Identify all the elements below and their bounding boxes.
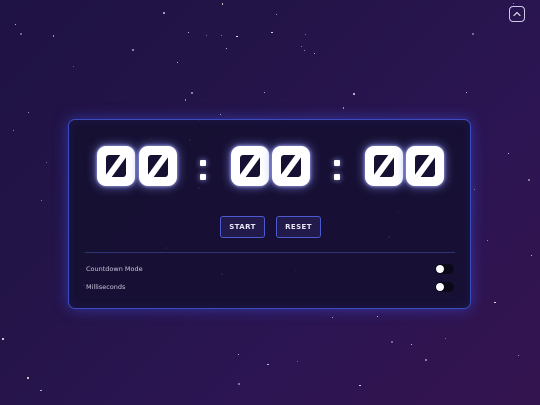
star-dot bbox=[271, 31, 273, 33]
star-dot bbox=[300, 46, 302, 48]
star-dot bbox=[296, 361, 298, 363]
star-dot bbox=[304, 49, 306, 51]
star-dot bbox=[14, 24, 16, 26]
star-dot bbox=[177, 61, 179, 63]
star-dot bbox=[486, 240, 488, 242]
star-dot bbox=[342, 107, 344, 109]
colon-separator bbox=[333, 152, 341, 184]
star-dot bbox=[267, 363, 269, 365]
star-dot bbox=[425, 359, 428, 362]
colon-separator bbox=[199, 152, 207, 184]
milliseconds-toggle[interactable] bbox=[435, 282, 454, 292]
time-display bbox=[69, 146, 472, 190]
toggle-knob bbox=[436, 265, 444, 273]
collapse-button[interactable] bbox=[509, 6, 525, 22]
star-dot bbox=[41, 199, 43, 202]
star-dot bbox=[494, 302, 496, 304]
star-dot bbox=[238, 383, 241, 386]
toggle-knob bbox=[436, 283, 444, 291]
star-dot bbox=[190, 92, 193, 95]
star-dot bbox=[390, 341, 393, 344]
star-dot bbox=[236, 35, 238, 38]
star-dot bbox=[187, 31, 189, 34]
stopwatch-panel: START RESET Countdown Mode Milliseconds bbox=[68, 119, 471, 309]
countdown-mode-label: Countdown Mode bbox=[86, 265, 143, 273]
hours-digit-2 bbox=[139, 146, 177, 186]
star-dot bbox=[222, 3, 224, 5]
star-dot bbox=[530, 254, 532, 256]
star-dot bbox=[226, 48, 228, 50]
star-dot bbox=[220, 34, 223, 36]
minutes-digit-2 bbox=[272, 146, 310, 186]
star-dot bbox=[238, 353, 240, 356]
chevron-up-icon bbox=[513, 11, 521, 17]
star-dot bbox=[352, 93, 355, 96]
star-dot bbox=[512, 2, 514, 4]
star-dot bbox=[206, 34, 208, 37]
star-dot bbox=[508, 153, 510, 155]
star-dot bbox=[46, 161, 48, 163]
milliseconds-label: Milliseconds bbox=[86, 283, 126, 291]
reset-button[interactable]: RESET bbox=[276, 216, 321, 238]
star-dot bbox=[445, 338, 447, 340]
star-dot bbox=[220, 114, 222, 116]
star-dot bbox=[528, 178, 531, 181]
star-dot bbox=[263, 92, 265, 94]
star-dot bbox=[472, 33, 475, 36]
star-dot bbox=[73, 66, 75, 68]
star-dot bbox=[376, 315, 378, 317]
star-dot bbox=[26, 376, 29, 379]
star-dot bbox=[518, 355, 520, 357]
star-dot bbox=[331, 316, 334, 319]
hours-digit-1 bbox=[97, 146, 135, 186]
star-dot bbox=[275, 14, 277, 16]
star-dot bbox=[410, 344, 413, 346]
star-dot bbox=[359, 385, 361, 387]
star-dot bbox=[473, 188, 476, 190]
minutes-digit-1 bbox=[231, 146, 269, 186]
star-dot bbox=[466, 92, 468, 94]
star-dot bbox=[53, 35, 55, 37]
star-dot bbox=[313, 52, 315, 55]
star-dot bbox=[184, 99, 186, 101]
star-dot bbox=[131, 48, 134, 51]
countdown-mode-toggle[interactable] bbox=[435, 264, 454, 274]
star-dot bbox=[12, 129, 15, 131]
star-dot bbox=[40, 390, 42, 392]
star-dot bbox=[304, 34, 306, 36]
start-button[interactable]: START bbox=[220, 216, 265, 238]
seconds-digit-2 bbox=[406, 146, 444, 186]
divider bbox=[85, 252, 455, 253]
star-dot bbox=[163, 11, 165, 14]
seconds-digit-1 bbox=[365, 146, 403, 186]
star-dot bbox=[27, 112, 30, 114]
star-dot bbox=[20, 32, 22, 35]
star-dot bbox=[1, 337, 4, 340]
